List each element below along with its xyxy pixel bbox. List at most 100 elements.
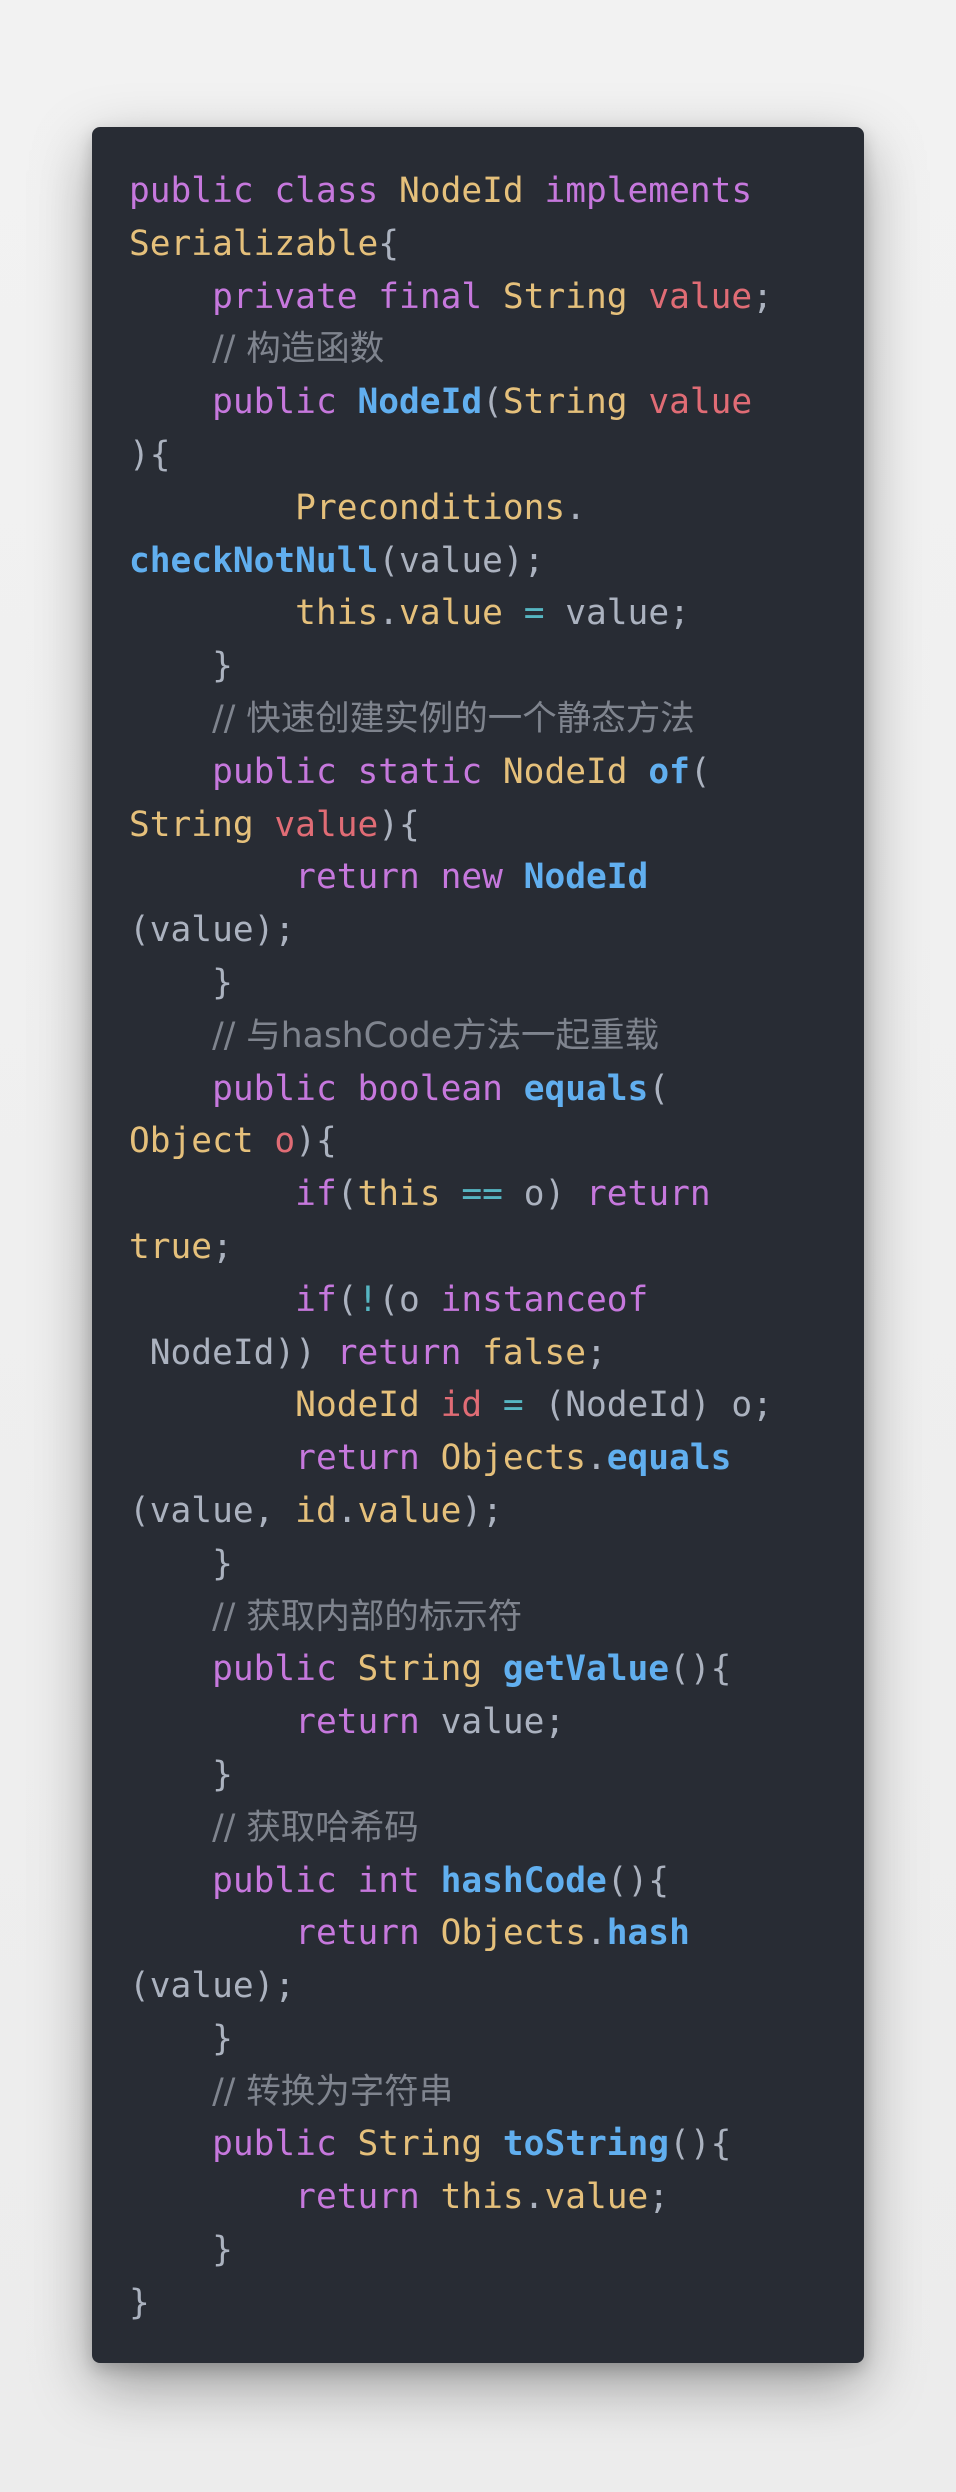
code-keyword: final	[378, 276, 483, 317]
code-type: value	[399, 593, 503, 634]
code-text: ;	[212, 1226, 233, 1267]
code-text: (	[689, 751, 711, 792]
code-function: checkNotNull	[129, 540, 379, 581]
code-line: return value;	[129, 1696, 773, 1749]
code-function: NodeId	[523, 857, 649, 898]
code-line: if(this == o) return	[129, 1168, 773, 1221]
code-variable: value	[648, 382, 753, 423]
code-keyword: int	[357, 1860, 420, 1901]
code-line: public int hashCode(){	[129, 1855, 773, 1908]
code-type: String	[502, 382, 628, 423]
code-text: }	[129, 2018, 233, 2059]
code-line: checkNotNull(value);	[129, 535, 773, 588]
code-line: Preconditions.	[129, 482, 773, 535]
code-line: }	[129, 2013, 773, 2066]
code-variable: value	[648, 276, 753, 317]
code-function: NodeId	[357, 382, 483, 423]
code-keyword: public	[212, 1860, 337, 1901]
code-keyword: private	[212, 276, 358, 317]
code-function: getValue	[502, 1649, 670, 1690]
code-operator: =	[523, 593, 545, 634]
code-line: Serializable{	[129, 218, 773, 271]
code-comment: // 快速创建实例的一个静态方法	[212, 698, 695, 739]
code-block: public class NodeId implements Serializab…	[129, 165, 773, 2330]
code-keyword: public	[212, 382, 337, 423]
code-line: }	[129, 2224, 773, 2277]
code-line: }	[129, 2277, 773, 2330]
code-text: (o	[378, 1279, 441, 1320]
code-line: }	[129, 1749, 773, 1802]
code-text: .	[565, 487, 586, 528]
code-text: (){	[669, 1649, 732, 1690]
code-comment: // 转换为字符串	[212, 2071, 454, 2112]
code-type: this	[440, 2177, 524, 2218]
code-text: ;	[585, 1332, 607, 1373]
code-keyword: boolean	[357, 1068, 503, 1109]
code-variable: o	[274, 1121, 296, 1162]
code-type: Object	[129, 1121, 254, 1162]
code-text: .	[336, 1490, 358, 1531]
code-text: (){	[606, 1860, 670, 1901]
code-type: Objects	[440, 1913, 586, 1954]
code-text: (	[336, 1174, 358, 1215]
code-text: value;	[544, 593, 690, 634]
code-keyword: if	[295, 1279, 337, 1320]
code-line: // 获取哈希码	[129, 1802, 773, 1855]
code-text: }	[129, 1754, 233, 1795]
code-text: ;	[752, 276, 773, 317]
code-line: // 快速创建实例的一个静态方法	[129, 693, 773, 746]
code-line: return Objects.hash	[129, 1907, 773, 1960]
code-keyword: public	[129, 171, 254, 211]
code-text: .	[523, 2177, 545, 2218]
code-function: equals	[606, 1438, 732, 1479]
code-line: (value, id.value);	[129, 1485, 773, 1538]
code-type: String	[357, 2124, 483, 2165]
code-line: public String getValue(){	[129, 1643, 773, 1696]
code-line: return new NodeId	[129, 851, 773, 904]
code-text: }	[129, 2230, 233, 2271]
code-type: String	[129, 804, 254, 845]
code-text: .	[378, 593, 400, 634]
code-line: // 获取内部的标示符	[129, 1591, 773, 1644]
code-type: id	[295, 1490, 337, 1531]
code-line: true;	[129, 1221, 773, 1274]
code-type: Preconditions	[295, 487, 566, 528]
code-text: ){	[129, 434, 171, 475]
code-line: }	[129, 640, 773, 693]
code-function: hashCode	[440, 1860, 607, 1901]
code-line: public NodeId(String value	[129, 376, 773, 429]
code-type: String	[357, 1649, 483, 1690]
code-text: }	[129, 646, 233, 687]
code-type: NodeId	[295, 1385, 420, 1426]
code-line: Object o){	[129, 1115, 773, 1168]
code-text: o)	[502, 1174, 587, 1215]
code-line: public class NodeId implements	[129, 165, 773, 218]
code-text: (	[336, 1279, 358, 1320]
code-operator: ==	[461, 1174, 503, 1215]
code-keyword: public	[212, 1068, 337, 1109]
